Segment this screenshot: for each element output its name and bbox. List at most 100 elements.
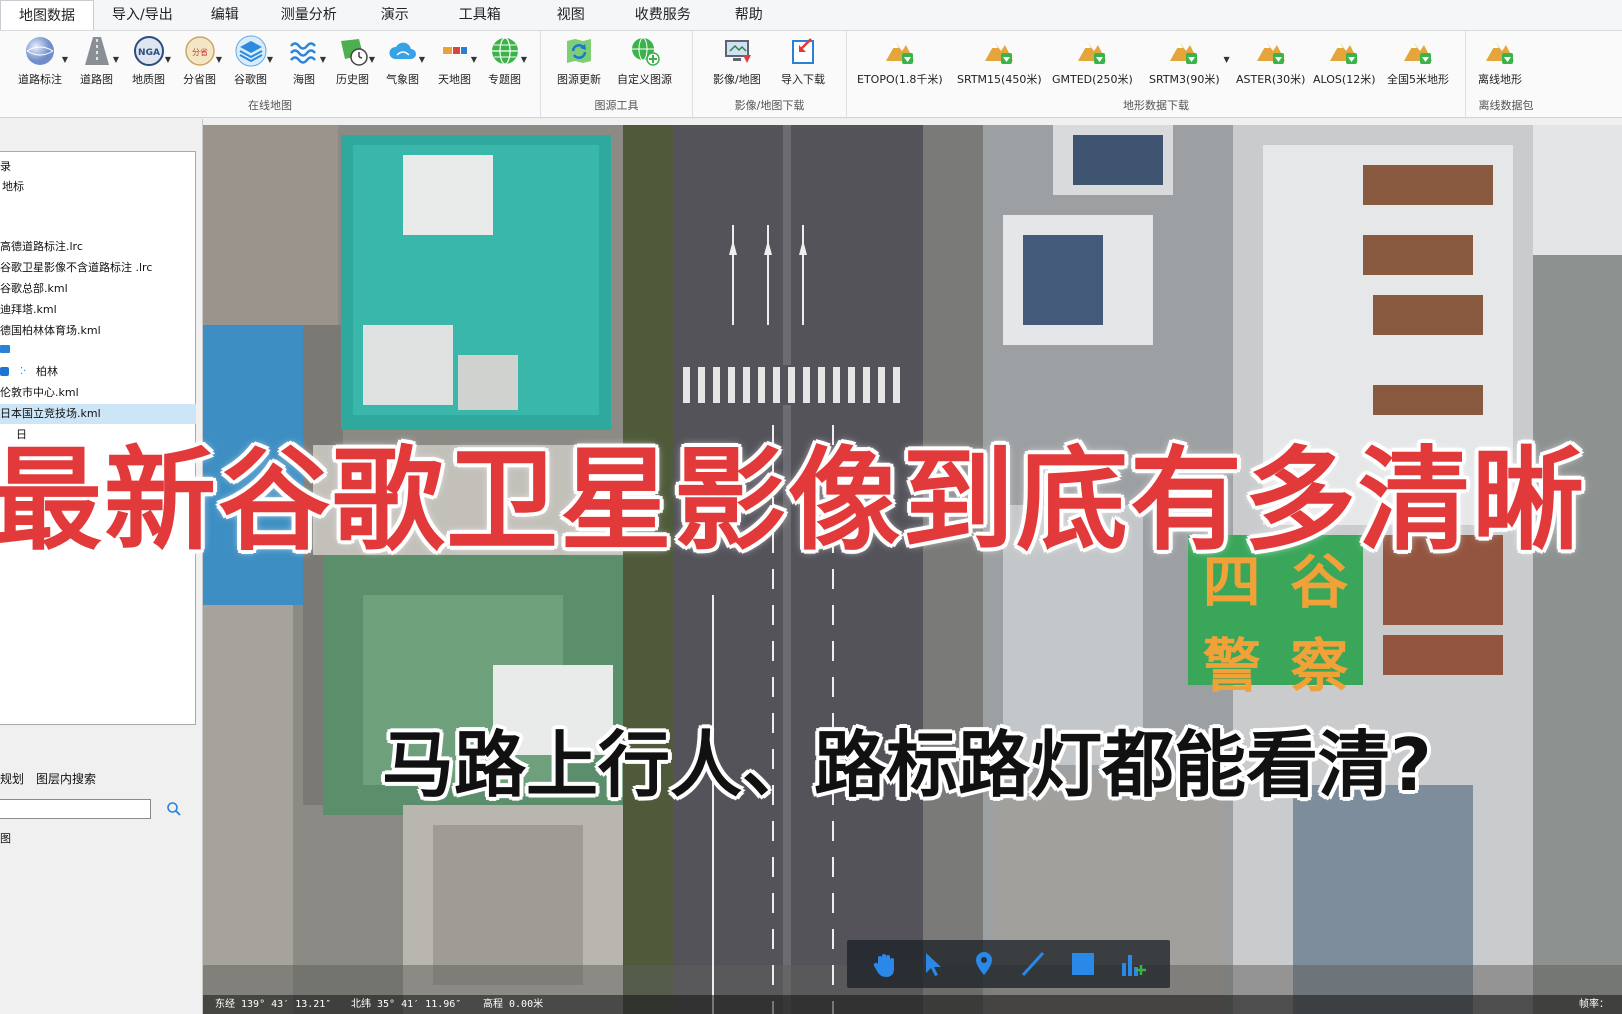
tree-item-landmarks[interactable]: 地标: [0, 177, 196, 197]
menu-help[interactable]: 帮助: [713, 0, 785, 30]
srtm3-button[interactable]: SRTM3(90米) ▼: [1149, 33, 1230, 87]
dropdown-arrow-icon: ▼: [470, 55, 477, 64]
chart-icon[interactable]: [1118, 949, 1148, 979]
source-update-label: 图源更新: [557, 73, 601, 86]
checkbox-icon[interactable]: [0, 367, 9, 376]
rectangle-icon[interactable]: [1068, 949, 1098, 979]
thematic-map-button[interactable]: 专题图 ▼: [488, 33, 527, 87]
terrain-download-icon: [1328, 35, 1360, 67]
line-icon[interactable]: [1018, 949, 1048, 979]
tree-item-berlin[interactable]: ⁚· 柏林: [0, 362, 196, 382]
tree-item-berlin-stadium[interactable]: 德国柏林体育场.kml: [0, 321, 196, 341]
menu-presentation[interactable]: 演示: [359, 0, 431, 30]
globe-green-icon: [489, 35, 521, 67]
offline-terrain-button[interactable]: 离线地形: [1478, 33, 1522, 87]
dropdown-arrow-icon: ▼: [215, 55, 222, 64]
sea-chart-label: 海图: [293, 73, 315, 86]
tianditu-map-label: 天地图: [438, 73, 471, 86]
custom-source-button[interactable]: 自定义图源: [617, 33, 672, 87]
police-sign-char: 察: [1290, 632, 1349, 700]
ribbon-group-source-tools: 图源更新 自定义图源 图源工具: [541, 31, 693, 119]
menu-bar: 地图数据 导入/导出 编辑 测量分析 演示 工具箱 视图 收费服务 帮助: [0, 0, 1622, 30]
alos-button[interactable]: ALOS(12米): [1313, 33, 1375, 87]
import-download-button[interactable]: 导入下载: [781, 33, 825, 87]
road-label-label: 道路标注: [18, 73, 62, 86]
sea-chart-button[interactable]: 海图 ▼: [288, 33, 326, 87]
globe-add-icon: [629, 35, 661, 67]
image-map-download-button[interactable]: 影像/地图: [713, 33, 761, 87]
road-label-button[interactable]: 道路标注 ▼: [18, 33, 68, 87]
tree-item-google-hq[interactable]: 谷歌总部.kml: [0, 279, 196, 299]
tree-item-burj-khalifa[interactable]: 迪拜塔.kml: [0, 300, 196, 320]
custom-source-label: 自定义图源: [617, 73, 672, 86]
tree-item-catalog[interactable]: 录: [0, 157, 196, 177]
dropdown-arrow-icon: ▼: [112, 55, 119, 64]
etopo-label: ETOPO(1.8千米): [857, 73, 943, 86]
aster-button[interactable]: ASTER(30米): [1236, 33, 1305, 87]
hand-icon[interactable]: [869, 949, 899, 979]
tab-planning[interactable]: 规划: [0, 770, 24, 787]
image-map-download-label: 影像/地图: [713, 73, 761, 86]
layer-search-input[interactable]: [0, 799, 151, 819]
ribbon-group-online-maps: 道路标注 ▼ 道路图 ▼ NGA 地质图 ▼ 分省 分省图 ▼ 谷歌图 ▼ 海图…: [0, 31, 541, 119]
tree-item-label: 谷歌卫星影像不含道路标注 .lrc: [0, 261, 153, 274]
national-5m-terrain-button[interactable]: 全国5米地形: [1387, 33, 1449, 87]
road-map-label: 道路图: [80, 73, 113, 86]
offline-terrain-label: 离线地形: [1478, 73, 1522, 86]
tree-item-label: 迪拜塔.kml: [0, 303, 57, 316]
monitor-download-icon: [721, 35, 753, 67]
tree-item-london[interactable]: 伦敦市中心.kml: [0, 383, 196, 403]
google-map-label: 谷歌图: [234, 73, 267, 86]
tree-item-google-satellite[interactable]: 谷歌卫星影像不含道路标注 .lrc: [0, 258, 196, 278]
menu-import-export[interactable]: 导入/导出: [94, 0, 191, 30]
province-map-button[interactable]: 分省 分省图 ▼: [183, 33, 222, 87]
road-icon: [81, 35, 113, 67]
ribbon-group-offline-package: 离线地形 离线数据包: [1466, 31, 1546, 119]
map-refresh-icon: [563, 35, 595, 67]
longitude-readout: 东经 139° 43′ 13.21″: [215, 999, 332, 1010]
menu-toolbox[interactable]: 工具箱: [431, 0, 529, 30]
tree-item-gaode-road[interactable]: 高德道路标注.lrc: [0, 237, 196, 257]
srtm15-button[interactable]: SRTM15(450米): [957, 33, 1042, 87]
dropdown-arrow-icon: ▼: [266, 55, 273, 64]
aster-label: ASTER(30米): [1236, 73, 1306, 86]
ribbon-group-label-source-tools: 图源工具: [594, 99, 639, 112]
menu-map-data[interactable]: 地图数据: [0, 0, 94, 30]
globe-icon: [24, 35, 56, 67]
tree-item-map[interactable]: 图: [0, 830, 11, 846]
menu-measure-analysis[interactable]: 测量分析: [259, 0, 359, 30]
tab-layer-search[interactable]: 图层内搜索: [36, 770, 96, 787]
elevation-readout: 高程 0.00米: [483, 999, 544, 1010]
tree-item-label: 伦敦市中心.kml: [0, 386, 79, 399]
tianditu-map-button[interactable]: 天地图 ▼: [438, 33, 477, 87]
tree-item-label: 高德道路标注.lrc: [0, 240, 83, 253]
alos-label: ALOS(12米): [1313, 73, 1376, 86]
weather-map-button[interactable]: 气象图 ▼: [386, 33, 425, 87]
geology-map-button[interactable]: NGA 地质图 ▼: [132, 33, 171, 87]
history-map-button[interactable]: 历史图 ▼: [336, 33, 375, 87]
gmted-button[interactable]: GMTED(250米): [1052, 33, 1133, 87]
etopo-button[interactable]: ETOPO(1.8千米): [857, 33, 943, 87]
search-icon[interactable]: [165, 800, 183, 818]
layers-icon: [235, 35, 267, 67]
weather-map-label: 气象图: [386, 73, 419, 86]
pointer-icon[interactable]: [919, 949, 949, 979]
menu-paid-services[interactable]: 收费服务: [613, 0, 713, 30]
nga-badge-text: NGA: [138, 48, 160, 58]
tree-item-label: 柏林: [36, 365, 58, 378]
video-subtitle: 马路上行人、路标路灯都能看清?: [382, 723, 1432, 807]
google-map-button[interactable]: 谷歌图 ▼: [234, 33, 273, 87]
terrain-download-icon: [1484, 35, 1516, 67]
ribbon-group-terrain-download: ETOPO(1.8千米) SRTM15(450米) GMTED(250米) SR…: [847, 31, 1466, 119]
dropdown-arrow-icon: ▼: [319, 55, 326, 64]
terrain-download-icon: [1076, 35, 1108, 67]
source-update-button[interactable]: 图源更新: [557, 33, 601, 87]
dropdown-arrow-icon: ▼: [61, 55, 68, 64]
map-tools-toolbar: [847, 940, 1170, 988]
history-clock-icon: [337, 35, 369, 67]
tianditu-logo-icon: [439, 35, 471, 67]
menu-view[interactable]: 视图: [529, 0, 613, 30]
location-pin-icon[interactable]: [969, 949, 999, 979]
menu-edit[interactable]: 编辑: [191, 0, 259, 30]
road-map-button[interactable]: 道路图 ▼: [80, 33, 119, 87]
